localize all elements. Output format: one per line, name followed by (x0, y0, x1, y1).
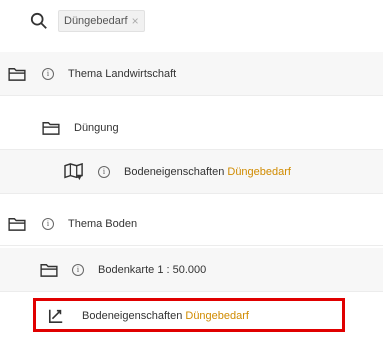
tree-item-bodenkarte[interactable]: i Bodenkarte 1 : 50.000 (0, 248, 383, 292)
folder-icon (42, 121, 60, 135)
folder-icon (8, 217, 26, 231)
close-icon[interactable]: × (132, 14, 139, 28)
info-icon[interactable]: i (42, 217, 54, 230)
layer-label-match: Düngebedarf (185, 310, 249, 322)
layer-label-text: Bodeneigenschaften (124, 165, 225, 178)
search-bar[interactable]: Düngebedarf × (30, 6, 375, 36)
info-icon[interactable]: i (72, 263, 84, 276)
info-icon[interactable]: i (98, 165, 110, 178)
tree-item-label: Düngung (74, 121, 119, 134)
layer-label-match: Düngebedarf (227, 165, 291, 178)
folder-icon (40, 263, 58, 277)
tree-item-label: Thema Landwirtschaft (68, 67, 177, 80)
tree-item-duengung[interactable]: Düngung (0, 106, 383, 150)
layer-label-text: Bodeneigenschaften (82, 310, 183, 322)
map-icon (64, 162, 83, 180)
tree-item-label: Bodenkarte 1 : 50.000 (98, 263, 207, 276)
layer-label: Bodeneigenschaften Düngebedarf (124, 166, 291, 178)
folder-icon (8, 67, 26, 81)
layer-label: Bodeneigenschaften Düngebedarf (82, 310, 249, 322)
tree-item-label: Thema Boden (68, 217, 138, 230)
search-icon[interactable] (30, 12, 48, 30)
layer-item-bodeneigenschaften-2[interactable]: Bodeneigenschaften Düngebedarf (0, 298, 383, 334)
info-icon[interactable]: i (42, 67, 54, 80)
tree-item-thema-boden[interactable]: i Thema Boden (0, 202, 383, 246)
layer-item-bodeneigenschaften-1[interactable]: i Bodeneigenschaften Düngebedarf (0, 150, 383, 194)
filter-chip-label: Düngebedarf (64, 15, 128, 27)
line-chart-icon (48, 309, 63, 324)
tree-item-thema-landwirtschaft[interactable]: i Thema Landwirtschaft (0, 52, 383, 96)
filter-chip[interactable]: Düngebedarf × (58, 10, 145, 32)
